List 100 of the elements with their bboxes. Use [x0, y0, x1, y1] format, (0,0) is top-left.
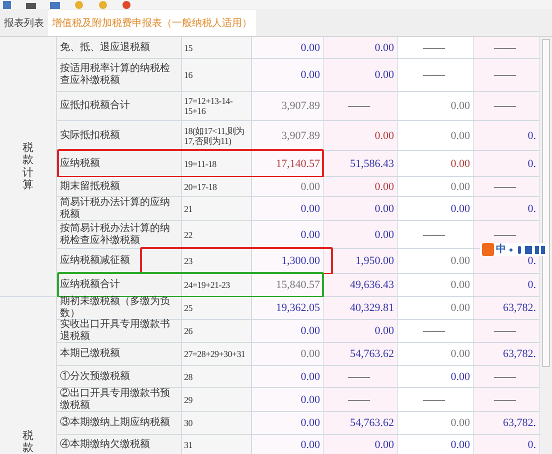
- amount-text: ——: [494, 42, 516, 54]
- line-formula: 19=11-18: [184, 158, 216, 168]
- section-label: 税款计算: [22, 142, 34, 191]
- amount-text: 0.00: [300, 228, 320, 240]
- amount-text: 0.00: [374, 325, 394, 337]
- amount-text: 0.00: [300, 370, 320, 382]
- amount-text: 54,763.62: [350, 348, 394, 360]
- item-name: 期初未缴税额（多缴为负数）: [57, 297, 182, 319]
- item-name: 按适用税率计算的纳税检查应补缴税额: [57, 59, 182, 91]
- amount-text: 0.: [528, 202, 536, 214]
- item-name: 本期已缴税额: [57, 343, 182, 365]
- amount-text: 0.00: [450, 202, 470, 214]
- scrollbar[interactable]: [540, 37, 552, 454]
- amount-text: ——: [348, 370, 370, 382]
- amount-text: 0.: [528, 130, 536, 142]
- line-formula: 22: [184, 230, 192, 240]
- amount-text: ——: [423, 42, 445, 54]
- amount-text: ——: [494, 394, 516, 406]
- amount-text: 0.00: [374, 180, 394, 192]
- amount-text: 0.00: [300, 417, 320, 429]
- line-formula: 21: [184, 204, 192, 214]
- amount-text: 0.00: [374, 228, 394, 240]
- amount-text: 0.00: [450, 255, 470, 267]
- amount-text: 0.00: [450, 100, 470, 112]
- amount-text: 0.00: [300, 42, 320, 54]
- ime-tools-icon[interactable]: [508, 244, 546, 254]
- line-formula: 24=19+21-23: [184, 280, 230, 290]
- amount-text: ——: [348, 394, 370, 406]
- item-name: 实际抵扣税额: [57, 121, 182, 150]
- item-name: 应抵扣税额合计: [57, 92, 182, 120]
- ime-toolbar-menu[interactable]: 中: [480, 243, 548, 256]
- amount-text: 1,950.00: [356, 255, 394, 267]
- amount-text: 0.: [528, 255, 536, 267]
- line-formula: 25: [184, 303, 192, 313]
- amount-text: 0.00: [450, 348, 470, 360]
- line-formula: 20=17-18: [184, 182, 217, 192]
- close-icon[interactable]: [122, 1, 131, 9]
- amount-text: 0.00: [374, 42, 394, 54]
- line-formula: 28: [184, 372, 192, 382]
- amount-text: ——: [494, 69, 516, 81]
- line-formula: 26: [184, 326, 192, 336]
- amount-text: 0.: [528, 279, 536, 291]
- line-formula: 16: [184, 70, 192, 80]
- line-formula: 29: [184, 394, 192, 404]
- amount-text: 0.00: [300, 69, 320, 81]
- amount-text: 15,840.57: [276, 279, 320, 291]
- amount-text: 1,300.00: [282, 255, 320, 267]
- amount-text: 49,636.43: [350, 279, 394, 291]
- item-name: 期末留抵税额: [57, 177, 182, 196]
- amount-text: 51,586.43: [350, 158, 394, 170]
- line-formula: 23: [184, 256, 192, 266]
- amount-text: 0.00: [300, 394, 320, 406]
- amount-text: 0.00: [300, 180, 320, 192]
- amount-text: 0.: [528, 158, 536, 170]
- amount-text: 0.00: [374, 438, 394, 450]
- amount-text: 54,763.62: [350, 417, 394, 429]
- amount-text: 0.00: [300, 202, 320, 214]
- item-name: 按简易计税办法计算的纳税检查应补缴税额: [57, 221, 182, 248]
- line-formula: 30: [184, 418, 192, 428]
- amount-text: 0.00: [450, 417, 470, 429]
- amount-text: 63,782.: [503, 417, 536, 429]
- item-name: 免、抵、退应退税额: [57, 37, 182, 58]
- amount-text: 17,140.57: [276, 158, 320, 170]
- item-name: 应纳税额合计: [57, 274, 182, 296]
- line-formula: 31: [184, 440, 192, 450]
- amount-text: ——: [423, 325, 445, 337]
- item-name: 实收出口开具专用缴款书退税额: [57, 320, 182, 342]
- amount-text: 3,907.89: [282, 100, 320, 112]
- amount-text: 63,782.: [503, 348, 536, 360]
- amount-text: 40,329.81: [350, 302, 394, 314]
- amount-text: 0.00: [300, 438, 320, 450]
- amount-text: 0.00: [450, 158, 470, 170]
- item-name: 应纳税额减征额: [57, 249, 182, 273]
- item-name: ②出口开具专用缴款书预缴税额: [57, 388, 182, 411]
- line-formula: 15: [184, 42, 192, 52]
- amount-text: ——: [423, 69, 445, 81]
- amount-text: ——: [494, 325, 516, 337]
- line-formula: 27=28+29+30+31: [184, 349, 246, 359]
- amount-text: ——: [348, 100, 370, 112]
- tab[interactable]: 报表列表: [0, 10, 48, 36]
- amount-text: 63,782.: [503, 302, 536, 314]
- amount-text: ——: [494, 228, 516, 240]
- ime-mode-toggle[interactable]: 中: [496, 244, 506, 256]
- amount-text: 0.: [528, 438, 536, 450]
- amount-text: 0.00: [300, 348, 320, 360]
- item-name: ③本期缴纳上期应纳税额: [57, 412, 182, 434]
- amount-text: 0.00: [450, 438, 470, 450]
- amount-text: ——: [494, 180, 516, 192]
- amount-text: 0.00: [374, 130, 394, 142]
- section-label: 税款: [22, 430, 34, 454]
- amount-text: ——: [423, 228, 445, 240]
- amount-text: ——: [494, 370, 516, 382]
- item-name: ④本期缴纳欠缴税额: [57, 435, 182, 454]
- amount-text: 19,362.05: [276, 302, 320, 314]
- item-name: 应纳税额: [57, 151, 182, 176]
- amount-text: 0.00: [374, 202, 394, 214]
- amount-text: 0.00: [450, 130, 470, 142]
- amount-text: 0.00: [300, 325, 320, 337]
- amount-text: 3,907.89: [282, 130, 320, 142]
- line-formula: 18(如17<11,则为17,否则为11): [184, 126, 246, 146]
